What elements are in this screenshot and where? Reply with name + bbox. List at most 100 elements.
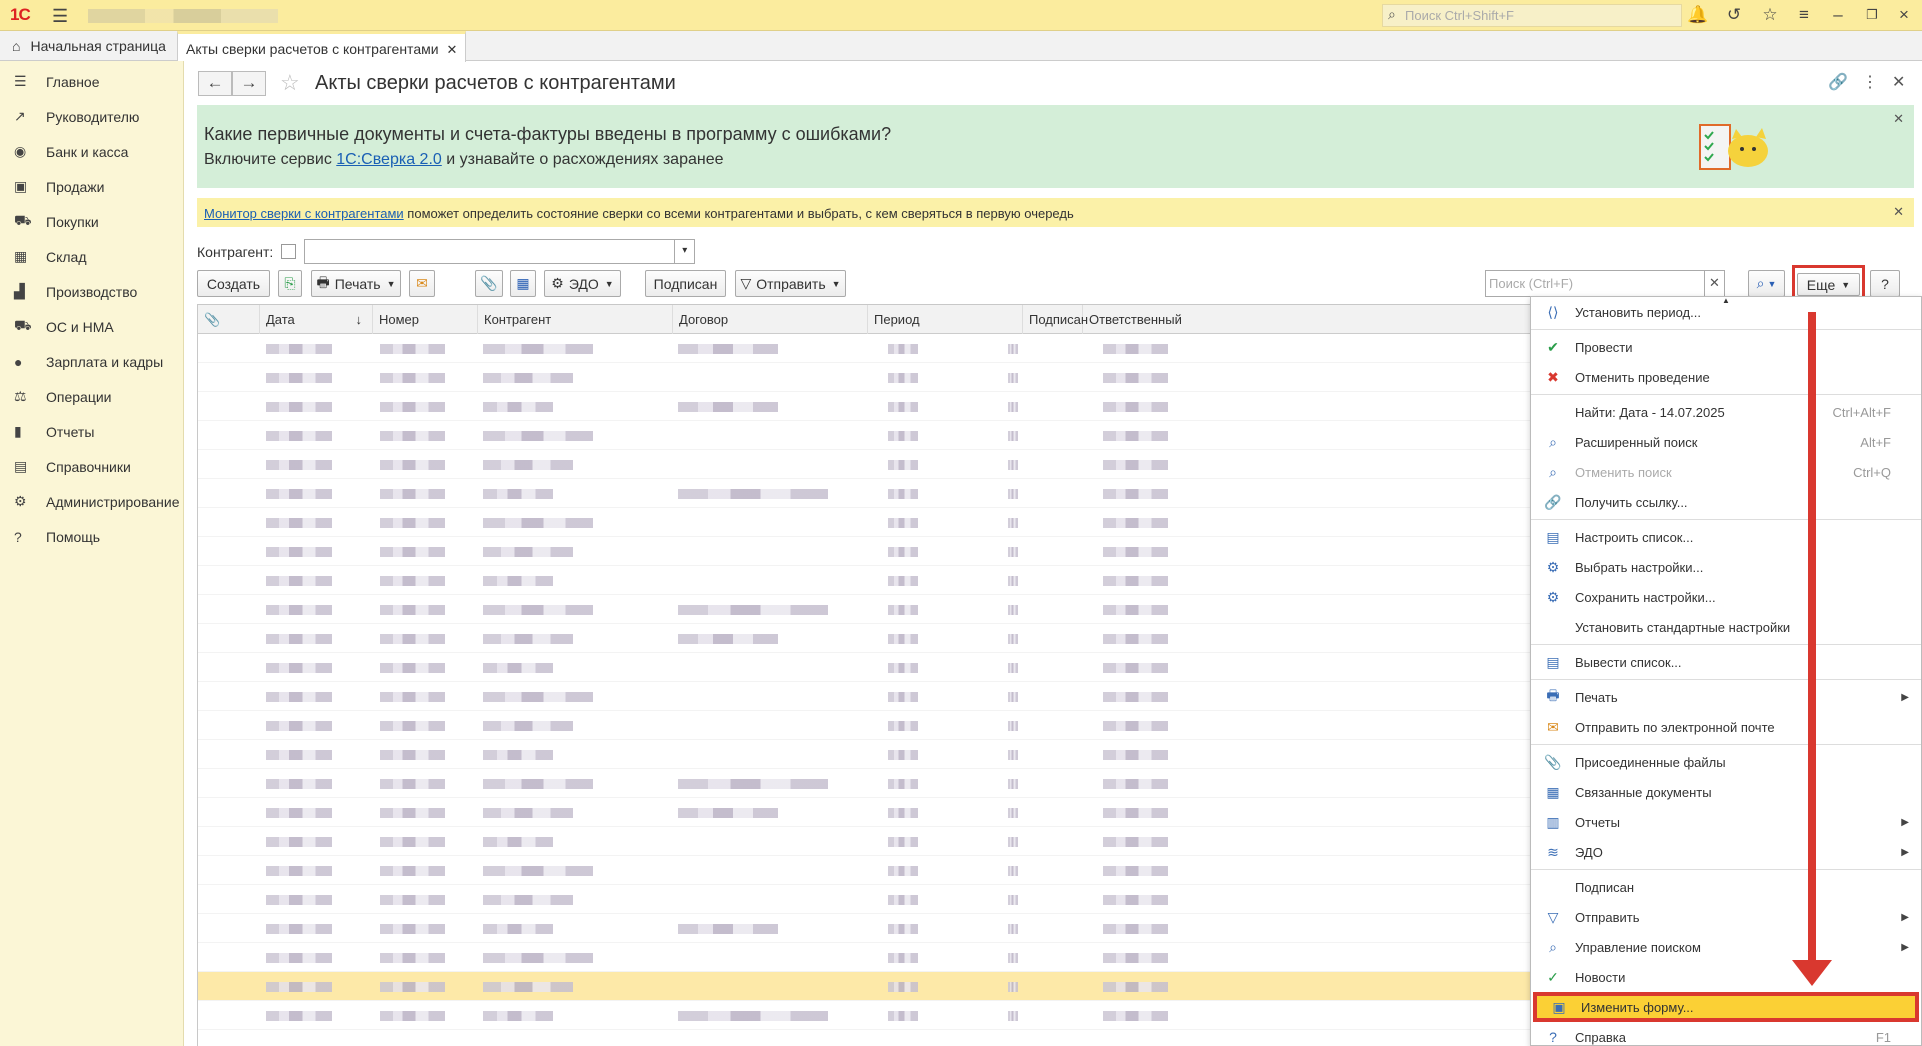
sidebar-item-6[interactable]: ▟ Производство (0, 274, 183, 309)
create-button[interactable]: Создать (197, 270, 270, 297)
column-header-5[interactable]: Подписан (1023, 305, 1088, 334)
sidebar-item-2[interactable]: ◉ Банк и касса (0, 134, 183, 169)
global-search-input[interactable]: ⌕ Поиск Ctrl+Shift+F (1382, 4, 1682, 27)
menu-item-15[interactable]: ▤ Вывести список... (1531, 647, 1921, 677)
table-row[interactable] (198, 479, 1616, 508)
sidebar-item-9[interactable]: ⚖ Операции (0, 379, 183, 414)
table-row[interactable] (198, 421, 1616, 450)
menu-item-6[interactable]: ⌕ Расширенный поиск Alt+F (1531, 427, 1921, 457)
forward-button[interactable]: → (232, 71, 266, 96)
search-button[interactable]: ⌕ ▼ (1748, 270, 1785, 297)
notifications-bell-icon[interactable]: 🔔 (1686, 5, 1710, 25)
menu-item-18[interactable]: ✉ Отправить по электронной почте (1531, 712, 1921, 742)
table-row[interactable] (198, 682, 1616, 711)
table-row[interactable] (198, 566, 1616, 595)
close-window-icon[interactable]: × (1892, 5, 1916, 25)
menu-item-28[interactable]: ✓ Новости (1531, 962, 1921, 992)
table-row[interactable] (198, 624, 1616, 653)
back-button[interactable]: ← (198, 71, 232, 96)
column-header-3[interactable]: Договор (673, 305, 868, 334)
history-icon[interactable]: ↺ (1722, 5, 1746, 25)
sort-desc-icon[interactable]: ↓ (356, 312, 363, 327)
attachment-column-icon[interactable]: 📎 (198, 305, 260, 334)
counterparty-checkbox[interactable] (281, 244, 297, 259)
menu-item-12[interactable]: ⚙ Сохранить настройки... (1531, 582, 1921, 612)
email-icon[interactable]: ✉ (409, 270, 435, 297)
table-row[interactable] (198, 798, 1616, 827)
sidebar-item-13[interactable]: ? Помощь (0, 519, 183, 554)
dropdown-icon[interactable]: ▾ (674, 240, 694, 263)
print-button[interactable]: 🖶 Печать ▼ (311, 270, 401, 297)
menu-item-25[interactable]: Подписан (1531, 872, 1921, 902)
monitor-link[interactable]: Монитор сверки с контрагентами (204, 206, 404, 221)
table-row[interactable] (198, 769, 1616, 798)
column-header-0[interactable]: Дата ↓ (260, 305, 373, 334)
clear-search-icon[interactable]: ✕ (1704, 271, 1724, 296)
menu-item-3[interactable]: ✖ Отменить проведение (1531, 362, 1921, 392)
table-row[interactable] (198, 972, 1616, 1001)
close-banner-icon[interactable]: ✕ (1893, 111, 1904, 127)
table-row[interactable] (198, 334, 1616, 363)
sidebar-item-4[interactable]: ⛟ Покупки (0, 204, 183, 239)
sidebar-item-8[interactable]: ● Зарплата и кадры (0, 344, 183, 379)
app-logo[interactable]: 1С (10, 5, 31, 25)
favorites-star-icon[interactable]: ☆ (1758, 5, 1782, 25)
table-row[interactable] (198, 537, 1616, 566)
table-row[interactable] (198, 914, 1616, 943)
list-search-input[interactable]: Поиск (Ctrl+F) ✕ (1485, 270, 1725, 297)
main-menu-icon[interactable]: ☰ (52, 6, 68, 27)
menu-item-22[interactable]: ▥ Отчеты ▶ (1531, 807, 1921, 837)
table-row[interactable] (198, 595, 1616, 624)
menu-item-2[interactable]: ✔ Провести (1531, 332, 1921, 362)
table-row[interactable] (198, 740, 1616, 769)
settings-lines-icon[interactable]: ≡ (1792, 5, 1816, 25)
table-row[interactable] (198, 827, 1616, 856)
table-row[interactable] (198, 392, 1616, 421)
menu-item-21[interactable]: ▦ Связанные документы (1531, 777, 1921, 807)
table-row[interactable] (198, 885, 1616, 914)
help-button[interactable]: ? (1870, 270, 1900, 297)
table-row[interactable] (198, 1001, 1616, 1030)
table-row[interactable] (198, 711, 1616, 740)
sidebar-item-0[interactable]: ☰ Главное (0, 64, 183, 99)
menu-item-11[interactable]: ⚙ Выбрать настройки... (1531, 552, 1921, 582)
sidebar-item-12[interactable]: ⚙ Администрирование (0, 484, 183, 519)
paperclip-icon[interactable]: 📎 (475, 270, 503, 297)
column-header-2[interactable]: Контрагент (478, 305, 673, 334)
link-icon[interactable]: 🔗 (1828, 72, 1848, 92)
sidebar-item-11[interactable]: ▤ Справочники (0, 449, 183, 484)
sidebar-item-7[interactable]: ⛟ ОС и НМА (0, 309, 183, 344)
column-header-1[interactable]: Номер (373, 305, 478, 334)
menu-item-13[interactable]: Установить стандартные настройки (1531, 612, 1921, 642)
menu-item-29[interactable]: ▣ Изменить форму... (1533, 992, 1919, 1022)
table-row[interactable] (198, 653, 1616, 682)
table-row[interactable] (198, 943, 1616, 972)
sidebar-item-10[interactable]: ▮ Отчеты (0, 414, 183, 449)
sidebar-item-3[interactable]: ▣ Продажи (0, 169, 183, 204)
tab-home[interactable]: ⌂ Начальная страница (0, 31, 178, 61)
signed-button[interactable]: Подписан (645, 270, 726, 297)
table-row[interactable] (198, 508, 1616, 537)
menu-item-27[interactable]: ⌕ Управление поиском ▶ (1531, 932, 1921, 962)
restore-icon[interactable]: ❐ (1860, 7, 1884, 23)
menu-item-30[interactable]: ? Справка F1 (1531, 1022, 1921, 1046)
menu-item-20[interactable]: 📎 Присоединенные файлы (1531, 747, 1921, 777)
edo-button[interactable]: ⚙ ЭДО ▼ (544, 270, 621, 297)
tab-acts[interactable]: Акты сверки расчетов с контрагентами ✕ (177, 31, 467, 62)
menu-item-8[interactable]: 🔗 Получить ссылку... (1531, 487, 1921, 517)
close-tab-icon[interactable]: ✕ (447, 42, 458, 57)
minimize-icon[interactable]: – (1826, 5, 1850, 25)
menu-item-26[interactable]: ▽ Отправить ▶ (1531, 902, 1921, 932)
menu-item-10[interactable]: ▤ Настроить список... (1531, 522, 1921, 552)
column-header-4[interactable]: Период (868, 305, 1023, 334)
related-docs-icon[interactable]: ▦ (510, 270, 536, 297)
menu-scroll-up-icon[interactable]: ▲ (1722, 296, 1730, 305)
sidebar-item-5[interactable]: ▦ Склад (0, 239, 183, 274)
sverka-link[interactable]: 1С:Сверка 2.0 (336, 151, 442, 168)
menu-item-17[interactable]: 🖶 Печать ▶ (1531, 682, 1921, 712)
more-vertical-icon[interactable]: ⋮ (1862, 72, 1878, 92)
send-button[interactable]: ▽ Отправить ▼ (735, 270, 846, 297)
close-form-icon[interactable]: ✕ (1892, 72, 1905, 92)
favorite-star-icon[interactable]: ☆ (280, 70, 300, 96)
table-row[interactable] (198, 856, 1616, 885)
